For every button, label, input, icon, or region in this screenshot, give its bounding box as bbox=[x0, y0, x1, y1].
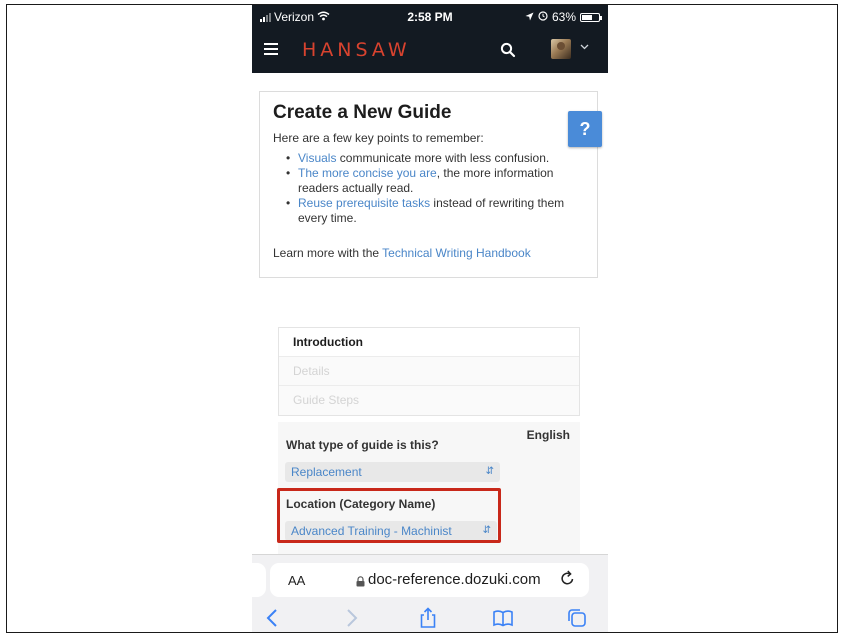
url-text[interactable]: doc-reference.dozuki.com bbox=[368, 571, 541, 588]
user-avatar[interactable] bbox=[551, 39, 571, 59]
search-icon[interactable] bbox=[500, 42, 516, 58]
tabs-icon[interactable] bbox=[566, 607, 588, 629]
tips-subtitle: Here are a few key points to remember: bbox=[273, 131, 484, 145]
lock-icon bbox=[356, 574, 365, 587]
status-right: 63% bbox=[525, 10, 602, 24]
tip-text: communicate more with less confusion. bbox=[336, 151, 550, 165]
text-size-button[interactable]: AA bbox=[288, 573, 305, 588]
tab-guide-steps[interactable]: Guide Steps bbox=[279, 386, 579, 415]
guide-type-label: What type of guide is this? bbox=[286, 438, 439, 452]
hamburger-icon[interactable] bbox=[264, 43, 278, 55]
battery-icon bbox=[580, 12, 602, 22]
page-title: Create a New Guide bbox=[273, 102, 452, 123]
brand-logo[interactable]: HANSAW bbox=[302, 39, 411, 61]
tab-details[interactable]: Details bbox=[279, 357, 579, 386]
guide-step-nav: Introduction Details Guide Steps bbox=[278, 327, 580, 416]
learn-prefix: Learn more with the bbox=[273, 246, 383, 260]
guide-type-value: Replacement bbox=[291, 465, 362, 479]
browser-toolbar bbox=[252, 605, 608, 632]
battery-fill bbox=[582, 14, 593, 20]
location-arrow-icon bbox=[525, 10, 534, 24]
address-bar[interactable]: AA doc-reference.dozuki.com bbox=[270, 563, 589, 597]
tips-list: Visuals communicate more with less confu… bbox=[286, 151, 582, 226]
technical-writing-handbook-link[interactable]: Technical Writing Handbook bbox=[382, 246, 531, 260]
tip-link-concise[interactable]: The more concise you are bbox=[298, 166, 437, 180]
tip-item: The more concise you are, the more infor… bbox=[286, 166, 582, 196]
guide-tips-card: Create a New Guide Here are a few key po… bbox=[259, 91, 598, 278]
forward-icon[interactable] bbox=[340, 607, 362, 629]
learn-more-text: Learn more with the Technical Writing Ha… bbox=[273, 246, 531, 260]
location-highlight-box bbox=[277, 488, 501, 543]
select-chevron-icon: ⇵ bbox=[485, 466, 494, 477]
chevron-down-icon[interactable] bbox=[580, 41, 589, 53]
guide-type-select[interactable]: Replacement ⇵ bbox=[285, 462, 500, 482]
previous-tab-peek[interactable] bbox=[252, 563, 266, 597]
bookmarks-icon[interactable] bbox=[492, 607, 514, 629]
language-label[interactable]: English bbox=[527, 428, 570, 442]
tip-link-reuse[interactable]: Reuse prerequisite tasks bbox=[298, 196, 430, 210]
reload-icon[interactable] bbox=[560, 570, 575, 590]
battery-percent: 63% bbox=[551, 10, 576, 24]
tip-item: Reuse prerequisite tasks instead of rewr… bbox=[286, 196, 582, 226]
status-bar: Verizon 2:58 PM 63% bbox=[252, 5, 608, 29]
tab-introduction[interactable]: Introduction bbox=[279, 328, 579, 357]
tip-link-visuals[interactable]: Visuals bbox=[298, 151, 336, 165]
help-button[interactable]: ? bbox=[568, 111, 602, 147]
alarm-icon bbox=[538, 10, 548, 24]
tip-item: Visuals communicate more with less confu… bbox=[286, 151, 582, 166]
share-icon[interactable] bbox=[417, 607, 439, 629]
back-icon[interactable] bbox=[262, 607, 284, 629]
top-navbar: HANSAW bbox=[252, 29, 608, 73]
